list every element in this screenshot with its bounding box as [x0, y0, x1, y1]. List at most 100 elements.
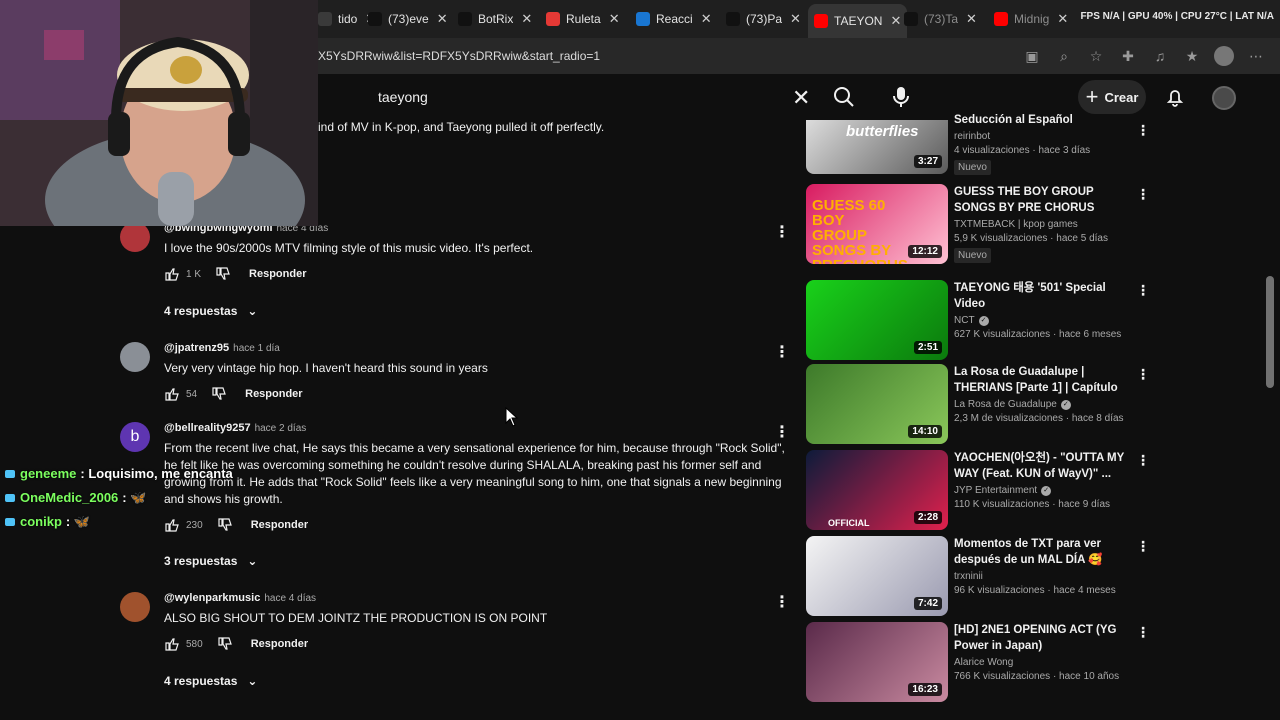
video-title[interactable]: TAEYONG 태용 '501' Special Video	[954, 280, 1126, 312]
video-more-icon[interactable]: ⋮	[1136, 282, 1150, 299]
search-box[interactable]: taeyong ✕	[362, 79, 822, 115]
video-thumbnail[interactable]: OFFICIAL 2:28	[806, 450, 948, 530]
dislike-icon[interactable]	[211, 386, 227, 402]
video-more-icon[interactable]: ⋮	[1136, 624, 1150, 641]
comment-more-icon[interactable]: ⋮	[774, 592, 790, 612]
close-tab-icon[interactable]: ✕	[966, 11, 977, 27]
channel-name[interactable]: NCT	[954, 315, 975, 326]
channel-name[interactable]: Alarice Wong	[954, 657, 1013, 668]
channel-name[interactable]: La Rosa de Guadalupe	[954, 399, 1057, 410]
account-avatar[interactable]	[1212, 86, 1236, 110]
comment-time[interactable]: hace 1 día	[233, 343, 280, 354]
replies-toggle[interactable]: 3 respuestas ⌄	[164, 554, 257, 568]
recommended-video[interactable]: 2:51 TAEYONG 태용 '501' Special Video NCT ✓ 62…	[806, 280, 1150, 360]
video-more-icon[interactable]: ⋮	[1136, 366, 1150, 383]
video-thumbnail[interactable]: 16:23	[806, 622, 948, 702]
close-tab-icon[interactable]: ✕	[701, 11, 712, 27]
extensions-icon[interactable]: ✚	[1118, 46, 1138, 66]
comment-author[interactable]: @wylenparkmusic	[164, 592, 260, 604]
reply-button[interactable]: Responder	[245, 388, 302, 400]
browser-tab[interactable]: Ruleta ✕	[546, 6, 620, 32]
video-more-icon[interactable]: ⋮	[1136, 122, 1150, 139]
comment-more-icon[interactable]: ⋮	[774, 422, 790, 442]
like-icon[interactable]	[164, 636, 180, 652]
video-thumbnail[interactable]: 2:51	[806, 280, 948, 360]
replies-toggle[interactable]: 4 respuestas ⌄	[164, 674, 257, 688]
channel-name[interactable]: JYP Entertainment	[954, 485, 1037, 496]
video-thumbnail[interactable]: butterflies 3:27	[806, 120, 948, 174]
browser-profile-avatar[interactable]	[1214, 46, 1234, 66]
url-text[interactable]: X5YsDRRwiw&list=RDFX5YsDRRwiw&start_radi…	[318, 49, 600, 63]
video-stats: 5,9 K visualizaciones · hace 5 días	[954, 233, 1108, 244]
video-title[interactable]: Seducción al Español	[954, 112, 1126, 128]
video-title[interactable]: Momentos de TXT para ver después de un M…	[954, 536, 1126, 568]
comment-author[interactable]: @jpatrenz95	[164, 342, 229, 354]
media-control-icon[interactable]: ♫	[1150, 46, 1170, 66]
browser-tab[interactable]: BotRix ✕	[458, 6, 532, 32]
recommended-video[interactable]: OFFICIAL 2:28 YAOCHEN(아오천) - "OUTTA MY WAY…	[806, 450, 1150, 530]
recommended-video[interactable]: 7:42 Momentos de TXT para ver después de …	[806, 536, 1150, 616]
channel-name[interactable]: TXTMEBACK | kpop games	[954, 219, 1078, 230]
comment-more-icon[interactable]: ⋮	[774, 342, 790, 362]
video-more-icon[interactable]: ⋮	[1136, 452, 1150, 469]
commenter-avatar[interactable]	[120, 222, 150, 252]
video-title[interactable]: GUESS THE BOY GROUP SONGS BY PRE CHORUS …	[954, 184, 1126, 216]
browser-tab-title: (73)Ta	[924, 12, 959, 26]
page-scrollbar[interactable]	[1266, 120, 1274, 720]
clear-search-icon[interactable]: ✕	[792, 85, 810, 111]
close-tab-icon[interactable]: ✕	[890, 13, 901, 29]
close-tab-icon[interactable]: ✕	[609, 11, 620, 27]
browser-tab[interactable]: (73)eve ✕	[368, 6, 448, 32]
create-label: Crear	[1104, 89, 1139, 105]
commenter-avatar[interactable]	[120, 342, 150, 372]
comment-author[interactable]: @bellreality9257	[164, 422, 251, 434]
browser-tab[interactable]: (73)Pa ✕	[726, 6, 801, 32]
browser-tab[interactable]: Midnig ✕	[994, 6, 1068, 32]
commenter-avatar[interactable]	[120, 592, 150, 622]
comment-more-icon[interactable]: ⋮	[774, 222, 790, 242]
recommended-video[interactable]: GUESS 60 BOY GROUP SONGS BY PRECHORUS12:…	[806, 184, 1150, 264]
reply-button[interactable]: Responder	[251, 638, 308, 650]
notifications-bell-icon[interactable]	[1164, 86, 1186, 108]
browser-tab[interactable]: Reacci ✕	[636, 6, 712, 32]
recommended-video[interactable]: butterflies 3:27 Seducción al Español reiri…	[806, 114, 1150, 175]
comment-time[interactable]: hace 4 días	[264, 593, 316, 604]
browser-menu-icon[interactable]: ⋯	[1246, 46, 1266, 66]
video-title[interactable]: [HD] 2NE1 OPENING ACT (YG Power in Japan…	[954, 622, 1126, 654]
browser-tab[interactable]: (73)Ta ✕	[904, 6, 977, 32]
close-tab-icon[interactable]: ✕	[790, 11, 801, 27]
recommended-video[interactable]: 16:23 [HD] 2NE1 OPENING ACT (YG Power in …	[806, 622, 1150, 702]
commenter-avatar[interactable]: b	[120, 422, 150, 452]
channel-name[interactable]: reirinbot	[954, 131, 990, 142]
microphone-icon[interactable]	[884, 80, 918, 114]
reply-button[interactable]: Responder	[251, 519, 308, 531]
close-tab-icon[interactable]: ✕	[521, 11, 532, 27]
video-thumbnail[interactable]: 14:10	[806, 364, 948, 444]
close-tab-icon[interactable]: ✕	[437, 11, 448, 27]
reply-button[interactable]: Responder	[249, 268, 306, 280]
close-tab-icon[interactable]: ✕	[1057, 11, 1068, 27]
install-app-icon[interactable]: ▣	[1022, 46, 1042, 66]
video-thumbnail[interactable]: 7:42	[806, 536, 948, 616]
scrollbar-thumb[interactable]	[1266, 276, 1274, 388]
like-icon[interactable]	[164, 266, 180, 282]
browser-tab[interactable]: TAEYON ✕	[808, 4, 908, 38]
search-icon[interactable]	[828, 79, 860, 115]
video-thumbnail[interactable]: GUESS 60 BOY GROUP SONGS BY PRECHORUS12:…	[806, 184, 948, 264]
replies-toggle[interactable]: 4 respuestas ⌄	[164, 304, 257, 318]
search-input[interactable]: taeyong	[378, 89, 428, 105]
create-button[interactable]: + Crear	[1078, 80, 1146, 114]
like-icon[interactable]	[164, 386, 180, 402]
zoom-icon[interactable]: ⌕	[1054, 46, 1074, 66]
dislike-icon[interactable]	[217, 636, 233, 652]
favorites-icon[interactable]: ★	[1182, 46, 1202, 66]
comment-time[interactable]: hace 2 días	[255, 423, 307, 434]
bookmark-star-icon[interactable]: ☆	[1086, 46, 1106, 66]
video-title[interactable]: La Rosa de Guadalupe | THERIANS [Parte 1…	[954, 364, 1126, 396]
channel-name[interactable]: trxninii	[954, 571, 983, 582]
video-title[interactable]: YAOCHEN(아오천) - "OUTTA MY WAY (Feat. KUN …	[954, 450, 1126, 482]
video-more-icon[interactable]: ⋮	[1136, 538, 1150, 555]
recommended-video[interactable]: 14:10 La Rosa de Guadalupe | THERIANS [Pa…	[806, 364, 1150, 444]
video-more-icon[interactable]: ⋮	[1136, 186, 1150, 203]
dislike-icon[interactable]	[215, 266, 231, 282]
